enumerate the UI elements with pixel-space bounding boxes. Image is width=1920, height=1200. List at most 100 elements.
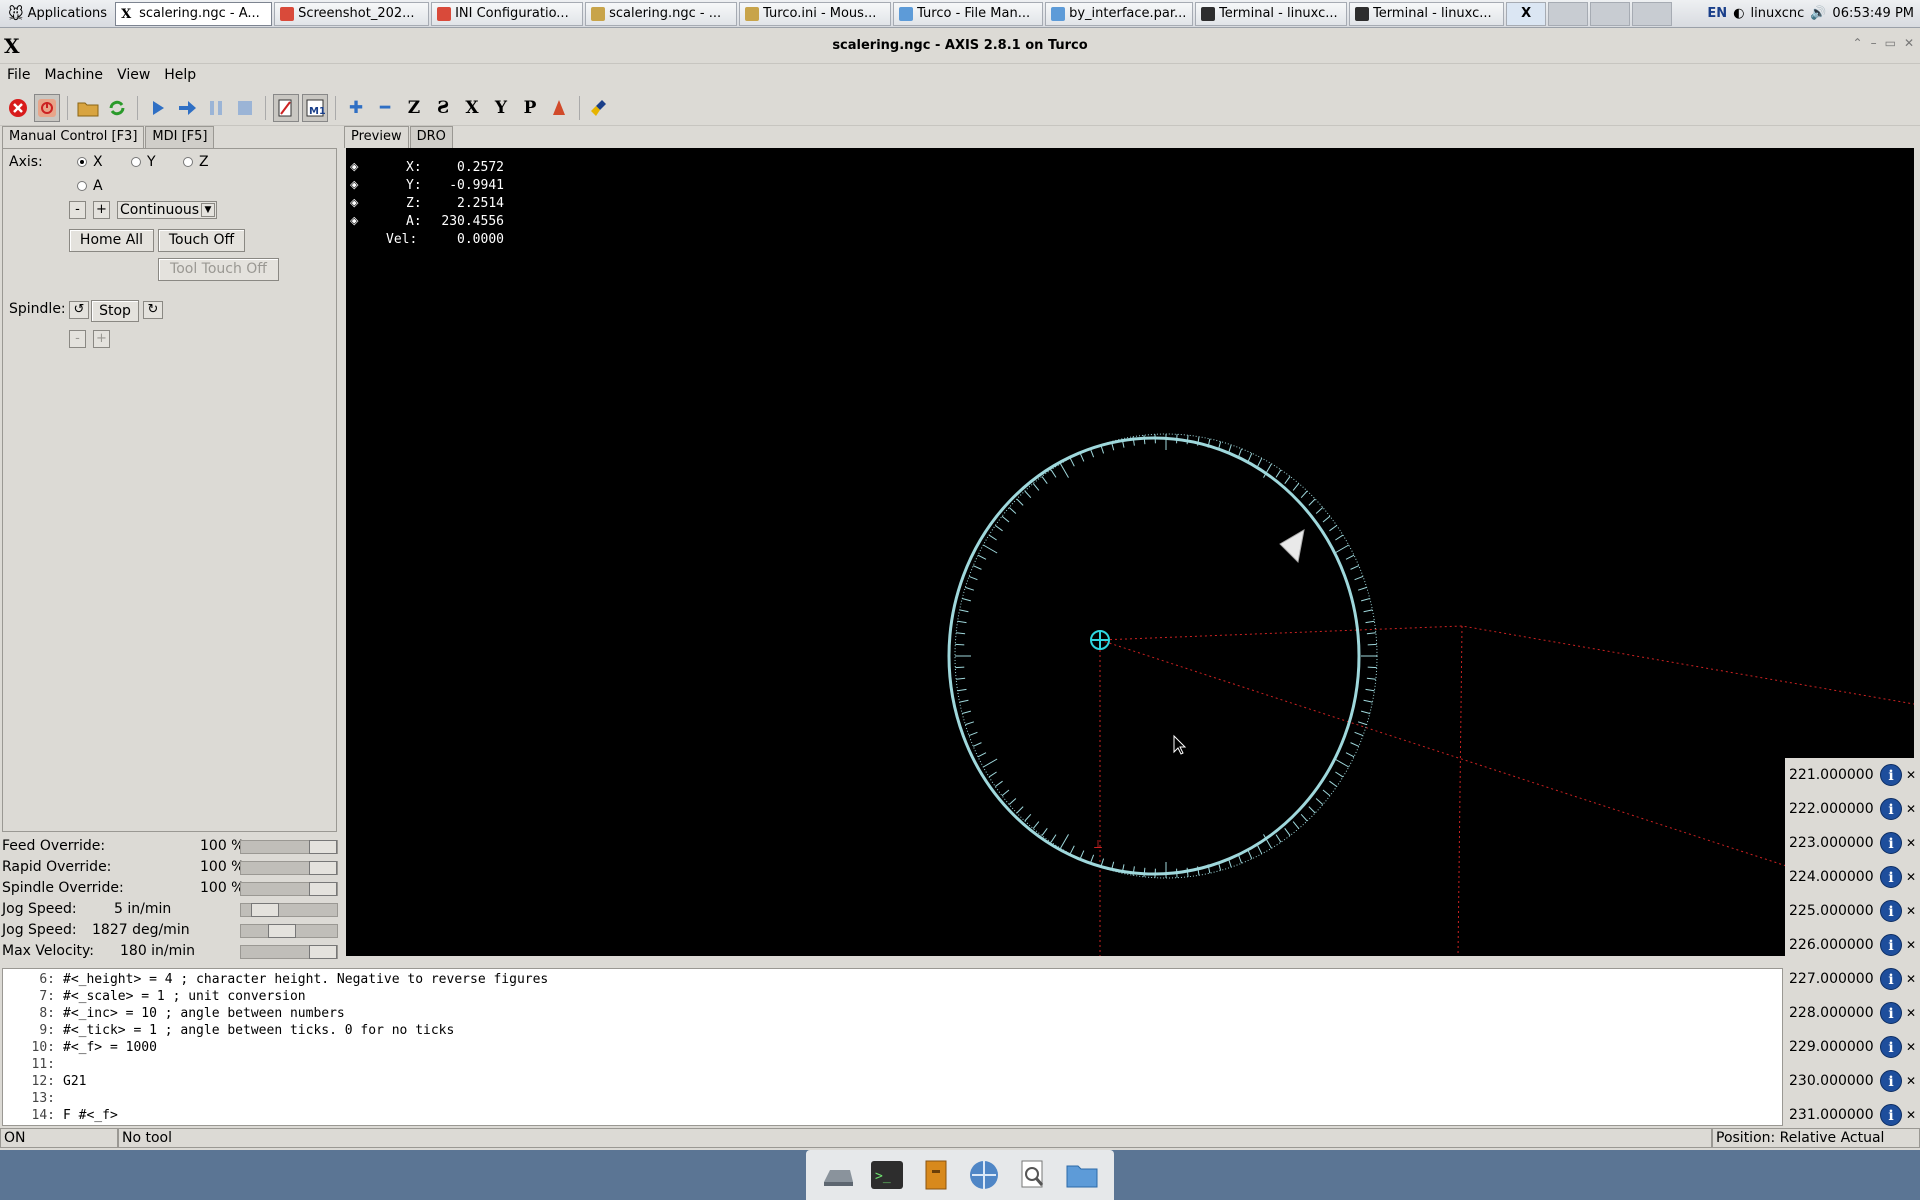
rotate-view-icon[interactable] [546, 94, 572, 122]
spindle-reverse-icon[interactable]: ↺ [69, 301, 89, 319]
slider-knob[interactable] [309, 861, 337, 875]
close-icon[interactable]: ✕ [1906, 1040, 1916, 1054]
workspace-2[interactable] [1548, 1, 1589, 26]
spindle-forward-icon[interactable]: ↻ [143, 301, 163, 319]
info-icon[interactable]: i [1880, 866, 1902, 888]
touch-off-button[interactable]: Touch Off [158, 229, 245, 252]
menu-file[interactable]: File [0, 67, 37, 83]
close-icon[interactable]: ✕ [1906, 1006, 1916, 1020]
spindle-minus-button[interactable]: - [69, 330, 86, 348]
jog-mode-select[interactable]: Continuous ▼ [117, 201, 217, 219]
override-slider[interactable] [240, 861, 338, 875]
estop-icon[interactable] [5, 94, 31, 122]
network-icon[interactable]: ◐ [1733, 6, 1744, 21]
info-icon[interactable]: i [1880, 1036, 1902, 1058]
home-all-button[interactable]: Home All [69, 229, 154, 252]
volume-icon[interactable]: 🔊 [1810, 6, 1826, 21]
taskbar-item[interactable]: Screenshot_202... [274, 1, 430, 26]
close-icon[interactable]: ✕ [1904, 36, 1914, 50]
taskbar-item[interactable]: Xscalering.ngc - A... [115, 1, 273, 26]
spindle-plus-button[interactable]: + [93, 330, 110, 348]
tool-touch-off-button[interactable]: Tool Touch Off [158, 258, 279, 281]
open-file-icon[interactable] [75, 94, 101, 122]
info-icon[interactable]: i [1880, 1104, 1902, 1126]
slider-knob[interactable] [309, 945, 337, 959]
maximize-icon[interactable]: ▭ [1885, 36, 1896, 50]
gcode-line[interactable]: 8: #<_inc> = 10 ; angle between numbers [3, 1006, 1782, 1023]
info-icon[interactable]: i [1880, 1002, 1902, 1024]
override-slider[interactable] [240, 882, 338, 896]
step-icon[interactable] [174, 94, 200, 122]
close-icon[interactable]: ✕ [1906, 836, 1916, 850]
tab-preview[interactable]: Preview [344, 126, 409, 148]
zoom-out-icon[interactable]: ━ [372, 94, 398, 122]
tab-mdi[interactable]: MDI [F5] [145, 126, 215, 148]
spindle-stop-button[interactable]: Stop [91, 300, 139, 322]
workspace-3[interactable] [1590, 1, 1631, 26]
gcode-line[interactable]: 7: #<_scale> = 1 ; unit conversion [3, 989, 1782, 1006]
gcode-line[interactable]: 14: F #<_f> [3, 1108, 1782, 1125]
gcode-line[interactable]: 11: [3, 1057, 1782, 1074]
folder-icon[interactable] [1064, 1158, 1100, 1192]
slider-knob[interactable] [309, 840, 337, 854]
machine-power-icon[interactable] [34, 93, 60, 122]
override-slider[interactable] [240, 945, 338, 959]
close-icon[interactable]: ✕ [1906, 938, 1916, 952]
override-slider[interactable] [240, 903, 338, 917]
applications-menu[interactable]: 🐭 Applications [0, 0, 115, 28]
reload-icon[interactable] [104, 94, 130, 122]
optional-stop-icon[interactable]: M1 [302, 93, 328, 122]
view-z-icon[interactable]: Z [401, 94, 427, 122]
taskbar-item[interactable]: Turco - File Man... [893, 1, 1044, 26]
zoom-in-icon[interactable]: ✚ [343, 94, 369, 122]
gcode-line[interactable]: 13: [3, 1091, 1782, 1108]
minimize-icon[interactable]: – [1871, 36, 1877, 50]
gcode-line[interactable]: 12: G21 [3, 1074, 1782, 1091]
window-titlebar[interactable]: X scalering.ngc - AXIS 2.8.1 on Turco ⌃ … [0, 28, 1920, 64]
gcode-line[interactable]: 9: #<_tick> = 1 ; angle between ticks. 0 … [3, 1023, 1782, 1040]
info-icon[interactable]: i [1880, 764, 1902, 786]
axis-radio-y[interactable]: Y [131, 154, 156, 170]
jog-plus-button[interactable]: + [93, 201, 110, 219]
menu-view[interactable]: View [110, 67, 157, 83]
view-p-icon[interactable]: P [517, 94, 543, 122]
info-icon[interactable]: i [1880, 1070, 1902, 1092]
view-y-icon[interactable]: Y [488, 94, 514, 122]
workspace-1[interactable]: X [1506, 1, 1547, 26]
taskbar-item[interactable]: Turco.ini - Mous... [739, 1, 892, 26]
show-desktop-icon[interactable] [820, 1158, 856, 1192]
jog-minus-button[interactable]: - [69, 201, 86, 219]
shade-icon[interactable]: ⌃ [1853, 36, 1863, 50]
close-icon[interactable]: ✕ [1906, 870, 1916, 884]
axis-radio-a[interactable]: A [77, 178, 103, 194]
info-icon[interactable]: i [1880, 934, 1902, 956]
toolpath-preview[interactable]: ◈ X: 0.2572 ◈ Y: -0.9941 ◈ Z: 2.2514 ◈ A: 230.4556 V… [346, 148, 1914, 956]
close-icon[interactable]: ✕ [1906, 1108, 1916, 1122]
view-x-icon[interactable]: X [459, 94, 485, 122]
override-slider[interactable] [240, 924, 338, 938]
slider-knob[interactable] [309, 882, 337, 896]
info-icon[interactable]: i [1880, 968, 1902, 990]
close-icon[interactable]: ✕ [1906, 768, 1916, 782]
gcode-line[interactable]: 6: #<_height> = 4 ; character height. Neg… [3, 972, 1782, 989]
search-icon[interactable] [1015, 1158, 1051, 1192]
pause-icon[interactable] [203, 94, 229, 122]
menu-machine[interactable]: Machine [37, 67, 110, 83]
view-z2-icon[interactable]: Ꙅ [430, 94, 456, 122]
tab-dro[interactable]: DRO [409, 126, 453, 148]
slider-knob[interactable] [251, 903, 279, 917]
close-icon[interactable]: ✕ [1906, 972, 1916, 986]
gcode-line[interactable]: 10: #<_f> = 1000 [3, 1040, 1782, 1057]
web-browser-icon[interactable] [966, 1158, 1002, 1192]
taskbar-item[interactable]: INI Configuratio... [431, 1, 584, 26]
workspace-4[interactable] [1632, 1, 1673, 26]
taskbar-item[interactable]: Terminal - linuxc... [1195, 1, 1348, 26]
info-icon[interactable]: i [1880, 900, 1902, 922]
close-icon[interactable]: ✕ [1906, 1074, 1916, 1088]
run-icon[interactable] [145, 94, 171, 122]
file-cabinet-icon[interactable] [918, 1158, 954, 1192]
close-icon[interactable]: ✕ [1906, 802, 1916, 816]
menu-help[interactable]: Help [157, 67, 203, 83]
taskbar-item[interactable]: by_interface.par... [1045, 1, 1194, 26]
keyboard-layout[interactable]: EN [1707, 6, 1727, 21]
